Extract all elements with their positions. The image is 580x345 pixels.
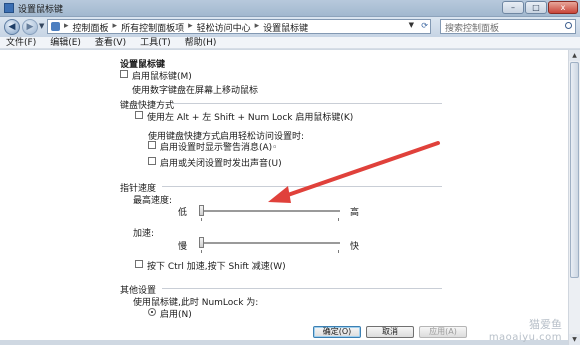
title-bar: 设置鼠标键 – □ x bbox=[0, 0, 580, 17]
enable-mouse-keys-checkbox[interactable] bbox=[120, 70, 128, 78]
top-speed-tick bbox=[338, 218, 339, 221]
ctrl-shift-label[interactable]: 按下 Ctrl 加速,按下 Shift 减速(W) bbox=[147, 259, 286, 272]
shortcut-label[interactable]: 使用左 Alt + 左 Shift + Num Lock 启用鼠标键(K) bbox=[147, 110, 353, 123]
watermark: 猫爱鱼 maoaiyu.com bbox=[489, 316, 562, 343]
acceleration-tick bbox=[201, 250, 202, 253]
acceleration-slider-track[interactable] bbox=[200, 242, 340, 245]
maximize-button[interactable]: □ bbox=[525, 1, 547, 14]
acceleration-label: 加速: bbox=[133, 229, 155, 239]
warning-message-checkbox[interactable] bbox=[148, 141, 156, 149]
scroll-down-arrow-icon[interactable]: ▼ bbox=[569, 334, 580, 345]
numlock-on-label[interactable]: 启用(N) bbox=[160, 307, 192, 320]
apply-button[interactable]: 应用(A) bbox=[419, 326, 467, 338]
enable-mouse-keys-label[interactable]: 启用鼠标键(M) bbox=[132, 69, 192, 82]
back-arrow-icon[interactable]: ◀ bbox=[4, 19, 20, 35]
address-field[interactable]: ▸ 控制面板 ▸ 所有控制面板项 ▸ 轻松访问中心 ▸ 设置鼠标键 ▼ ⟳ bbox=[47, 19, 431, 34]
window-title: 设置鼠标键 bbox=[18, 5, 64, 15]
shortcut-checkbox[interactable] bbox=[135, 111, 143, 119]
watermark-url: maoaiyu.com bbox=[488, 332, 562, 343]
shortcut-divider bbox=[172, 103, 442, 104]
cancel-button[interactable]: 取消 bbox=[366, 326, 414, 338]
menu-file[interactable]: 文件(F) bbox=[6, 37, 36, 48]
warning-message-label[interactable]: 启用设置时显示警告消息(A)◦ bbox=[160, 140, 278, 153]
top-speed-high-label: 高 bbox=[350, 208, 360, 218]
search-icon[interactable] bbox=[565, 22, 572, 29]
settings-content: 设置鼠标键 启用鼠标键(M) 使用数字键盘在屏幕上移动鼠标 键盘快捷方式 使用左… bbox=[0, 50, 568, 340]
acceleration-slow-label: 慢 bbox=[178, 242, 188, 252]
control-panel-icon bbox=[4, 3, 14, 13]
watermark-title: 猫爱鱼 bbox=[529, 318, 562, 331]
ctrl-shift-checkbox[interactable] bbox=[135, 260, 143, 268]
scroll-up-arrow-icon[interactable]: ▲ bbox=[569, 50, 580, 61]
menu-help[interactable]: 帮助(H) bbox=[185, 37, 217, 48]
sound-checkbox[interactable] bbox=[148, 157, 156, 165]
forward-arrow-icon[interactable]: ▶ bbox=[22, 19, 38, 35]
address-dropdown-icon[interactable]: ▼ bbox=[409, 21, 414, 29]
top-speed-low-label: 低 bbox=[178, 208, 188, 218]
crumb-mouse-keys[interactable]: 设置鼠标键 bbox=[263, 21, 308, 34]
acceleration-tick bbox=[338, 250, 339, 253]
menu-bar: 文件(F) 编辑(E) 查看(V) 工具(T) 帮助(H) bbox=[0, 37, 580, 49]
top-speed-slider-track[interactable] bbox=[200, 210, 340, 213]
enable-description: 使用数字键盘在屏幕上移动鼠标 bbox=[132, 86, 259, 96]
crumb-all-items[interactable]: 所有控制面板项 bbox=[121, 21, 184, 34]
numlock-on-radio[interactable] bbox=[148, 308, 156, 316]
control-panel-folder-icon bbox=[51, 22, 60, 31]
scrollbar-thumb[interactable] bbox=[570, 62, 579, 278]
crumb-ease-of-access[interactable]: 轻松访问中心 bbox=[197, 21, 251, 34]
numlock-description: 使用鼠标键,此时 NumLock 为: bbox=[133, 298, 259, 308]
top-speed-slider-thumb[interactable] bbox=[199, 205, 204, 216]
sound-label[interactable]: 启用或关闭设置时发出声音(U) bbox=[160, 156, 282, 169]
search-input[interactable]: 搜索控制面板 bbox=[440, 19, 576, 34]
speed-divider bbox=[162, 186, 442, 187]
acceleration-fast-label: 快 bbox=[350, 242, 360, 252]
address-bar: ◀ ▶ ▼ ▸ 控制面板 ▸ 所有控制面板项 ▸ 轻松访问中心 ▸ 设置鼠标键 … bbox=[0, 17, 580, 37]
minimize-button[interactable]: – bbox=[502, 1, 524, 14]
menu-tools[interactable]: 工具(T) bbox=[140, 37, 171, 48]
close-button[interactable]: x bbox=[548, 1, 578, 14]
recent-pages-dropdown-icon[interactable]: ▼ bbox=[39, 22, 44, 30]
refresh-icon[interactable]: ⟳ bbox=[421, 21, 428, 30]
vertical-scrollbar[interactable]: ▲ ▼ bbox=[568, 50, 580, 345]
menu-edit[interactable]: 编辑(E) bbox=[50, 37, 81, 48]
menu-view[interactable]: 查看(V) bbox=[95, 37, 126, 48]
acceleration-slider-thumb[interactable] bbox=[199, 237, 204, 248]
ok-button[interactable]: 确定(O) bbox=[313, 326, 361, 338]
top-speed-tick bbox=[201, 218, 202, 221]
top-speed-label: 最高速度: bbox=[133, 196, 173, 206]
breadcrumb: ▸ 控制面板 ▸ 所有控制面板项 ▸ 轻松访问中心 ▸ 设置鼠标键 bbox=[64, 21, 309, 34]
crumb-control-panel[interactable]: 控制面板 bbox=[73, 21, 109, 34]
other-divider bbox=[162, 288, 442, 289]
